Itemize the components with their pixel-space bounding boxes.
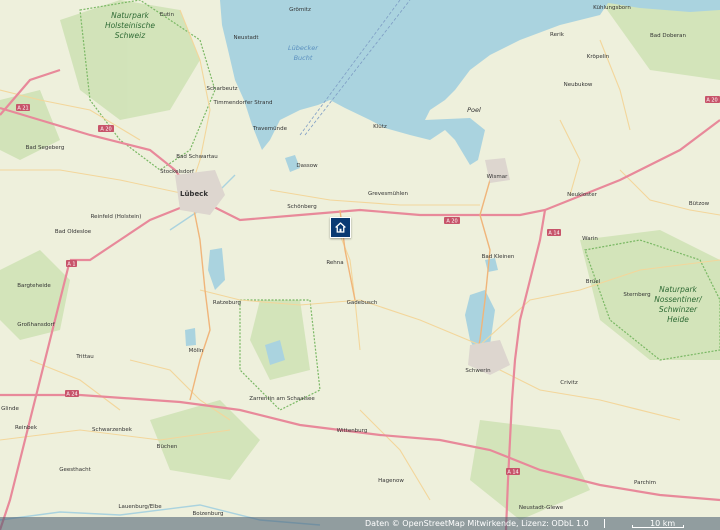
place-label: Bad Schwartau xyxy=(176,154,218,160)
place-label: Lübeck xyxy=(180,190,208,198)
place-label: Kühlungsborn xyxy=(593,5,631,11)
region-label-holstein-1: Naturpark xyxy=(111,11,149,20)
region-label-holstein-2: Holsteinische xyxy=(105,21,155,30)
place-label: Reinfeld (Holstein) xyxy=(91,214,142,220)
map-footer: Daten © OpenStreetMap Mitwirkende, Lizen… xyxy=(0,517,720,530)
place-label: Büchen xyxy=(157,444,178,450)
place-label: Bützow xyxy=(689,201,710,207)
water-label-lubecker-2: Bucht xyxy=(294,54,313,62)
place-label: Gadebusch xyxy=(347,300,378,306)
water-label-lubecker-1: Lübecker xyxy=(288,44,319,52)
location-marker[interactable] xyxy=(330,217,351,238)
attribution-text[interactable]: Daten © OpenStreetMap Mitwirkende, Lizen… xyxy=(365,517,589,530)
place-label: Reinbek xyxy=(15,425,38,431)
place-label: Dassow xyxy=(296,163,318,169)
place-label: Bad Kleinen xyxy=(482,254,515,260)
place-label: Schwerin xyxy=(465,368,491,374)
place-label: Neubukow xyxy=(564,82,593,88)
footer-divider xyxy=(604,519,605,528)
place-label: Neukloster xyxy=(567,192,597,198)
place-label: Großhansdorf xyxy=(17,322,56,328)
place-label: Hagenow xyxy=(378,478,404,484)
place-label: Parchim xyxy=(634,480,656,486)
place-label: Wismar xyxy=(487,174,508,180)
region-label-nossentiner-1: Naturpark xyxy=(659,285,697,294)
place-label: Scharbeutz xyxy=(206,86,237,92)
region-label-nossentiner-3: Schwinzer xyxy=(659,305,698,314)
place-label: Neustadt xyxy=(233,35,259,41)
place-label: Schwarzenbek xyxy=(92,427,133,433)
place-label: Bad Doberan xyxy=(650,33,686,39)
road-shield-a1: A 1 xyxy=(67,262,75,268)
place-label: Warin xyxy=(582,236,598,242)
region-label-nossentiner-4: Heide xyxy=(667,315,689,324)
road-shield-a20-mid: A 20 xyxy=(446,219,457,225)
place-label: Eutin xyxy=(160,12,175,18)
road-shield-a20-east: A 20 xyxy=(706,98,717,104)
road-shield-a14-south: A 14 xyxy=(507,470,518,476)
place-label: Sternberg xyxy=(623,292,650,298)
road-shield-a14-north: A 14 xyxy=(548,231,559,237)
place-label: Kröpelin xyxy=(587,54,610,60)
place-label: Wittenburg xyxy=(337,428,368,434)
place-label: Poel xyxy=(467,106,481,114)
place-label: Brüel xyxy=(586,279,601,285)
region-label-nossentiner-2: Nossentiner/ xyxy=(654,295,703,304)
region-label-holstein-3: Schweiz xyxy=(115,31,146,40)
place-label: Rehna xyxy=(326,260,343,266)
place-label: Trittau xyxy=(75,354,94,360)
place-label: Ratzeburg xyxy=(213,300,241,306)
place-label: Lauenburg/Elbe xyxy=(118,504,162,510)
scale-label: 10 km xyxy=(650,519,676,528)
place-label: Grevesmühlen xyxy=(368,191,409,197)
road-shield-a21: A 21 xyxy=(17,106,28,112)
place-label: Grömitz xyxy=(289,7,311,13)
place-label: Crivitz xyxy=(560,380,578,386)
place-label: Mölln xyxy=(189,348,204,354)
place-label: Klütz xyxy=(373,124,387,130)
scale-bar xyxy=(632,525,684,528)
place-label: Bargteheide xyxy=(17,283,51,289)
road-shield-a24: A 24 xyxy=(66,392,77,398)
place-label: Schönberg xyxy=(287,204,316,210)
place-label: Glinde xyxy=(1,406,19,412)
place-label: Bad Oldesloe xyxy=(55,229,92,235)
place-label: Geesthacht xyxy=(59,467,91,473)
map-canvas[interactable]: Naturpark Holsteinische Schweiz Naturpar… xyxy=(0,0,720,530)
home-icon xyxy=(335,222,346,233)
place-label: Stockelsdorf xyxy=(160,169,195,175)
road-shield-a20-west: A 20 xyxy=(100,127,111,133)
place-label: Zarrentin am Schaalsee xyxy=(249,396,315,402)
place-label: Bad Segeberg xyxy=(26,145,65,151)
place-label: Timmendorfer Strand xyxy=(212,100,272,106)
place-label: Rerik xyxy=(550,32,565,38)
place-label: Neustadt-Glewe xyxy=(519,505,564,511)
place-label: Travemünde xyxy=(252,126,288,132)
